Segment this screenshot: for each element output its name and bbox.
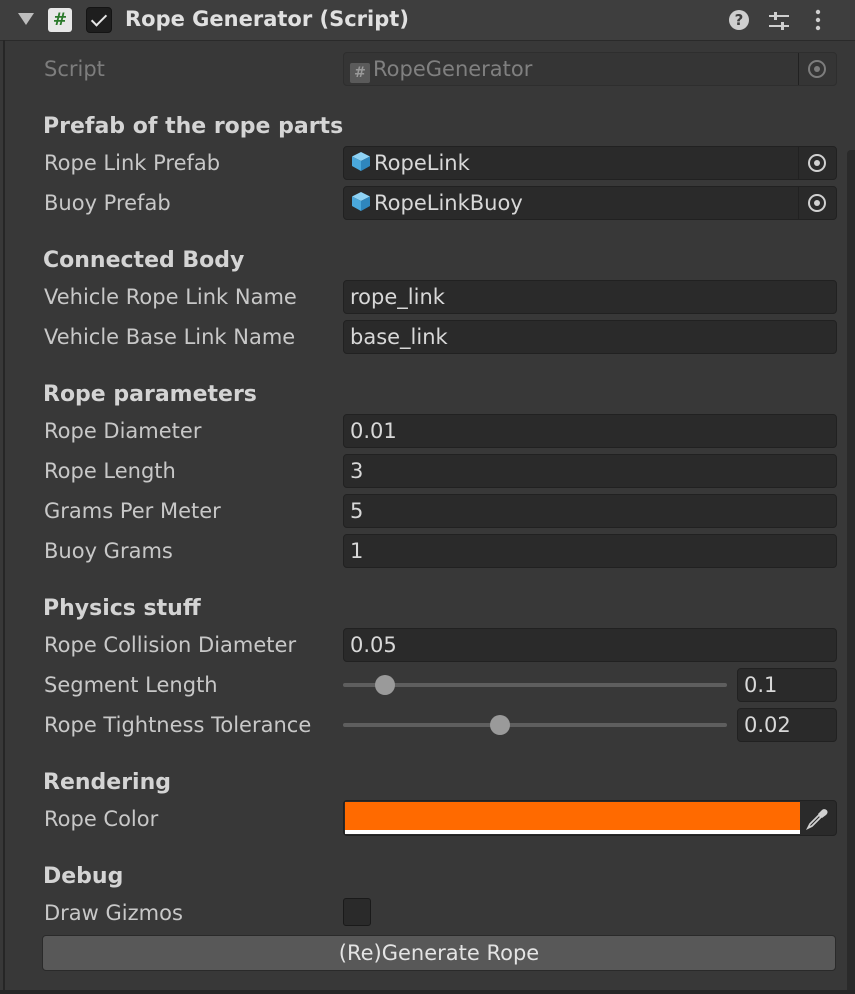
kebab-menu-icon[interactable]	[812, 9, 824, 31]
section-physics-title: Physics stuff	[43, 596, 201, 621]
script-hash-icon: #	[48, 8, 72, 32]
foldout-arrow-icon[interactable]	[18, 13, 34, 25]
rope-color-label: Rope Color	[44, 807, 159, 831]
rope-link-picker-button[interactable]	[798, 147, 836, 179]
script-label: Script	[44, 57, 105, 81]
rope-length-input[interactable]: 3	[343, 454, 837, 488]
rope-color-alpha-bar	[345, 830, 800, 834]
rope-tightness-input[interactable]: 0.02	[737, 708, 837, 742]
segment-length-slider-track[interactable]	[343, 683, 727, 687]
script-field-value: RopeGenerator	[373, 57, 533, 81]
object-picker-icon	[808, 194, 826, 212]
component-header: # Rope Generator (Script) ?	[0, 0, 855, 41]
vehicle-rope-link-name-label: Vehicle Rope Link Name	[44, 285, 297, 309]
left-border	[3, 40, 5, 994]
rope-diameter-input[interactable]: 0.01	[343, 414, 837, 448]
vehicle-base-link-name-label: Vehicle Base Link Name	[44, 325, 296, 349]
rope-length-label: Rope Length	[44, 459, 176, 483]
buoy-prefab-label: Buoy Prefab	[44, 191, 171, 215]
scrollbar[interactable]	[847, 150, 855, 994]
buoy-grams-label: Buoy Grams	[44, 539, 173, 563]
segment-length-input[interactable]: 0.1	[737, 668, 837, 702]
grams-per-meter-input[interactable]: 5	[343, 494, 837, 528]
section-connected-body-title: Connected Body	[43, 248, 245, 273]
rope-collision-diameter-input[interactable]: 0.05	[343, 628, 837, 662]
prefab-cube-icon	[352, 192, 370, 211]
eyedropper-icon[interactable]	[804, 806, 830, 832]
rope-diameter-label: Rope Diameter	[44, 419, 202, 443]
rope-collision-diameter-label: Rope Collision Diameter	[44, 633, 297, 657]
preset-sliders-icon[interactable]	[768, 10, 790, 32]
component-enabled-checkbox[interactable]	[86, 7, 112, 33]
segment-length-label: Segment Length	[44, 673, 218, 697]
prefab-cube-icon	[352, 152, 370, 171]
rope-color-field[interactable]	[343, 800, 837, 836]
help-icon[interactable]: ?	[729, 10, 749, 30]
segment-length-slider-thumb[interactable]	[375, 675, 396, 695]
regenerate-rope-button[interactable]: (Re)Generate Rope	[42, 935, 836, 971]
rope-link-prefab-field[interactable]: RopeLink	[343, 146, 837, 180]
script-picker	[798, 53, 836, 85]
section-rendering-title: Rendering	[43, 770, 171, 795]
bottom-border	[0, 990, 855, 994]
script-field: # RopeGenerator	[343, 52, 837, 86]
vehicle-base-link-name-input[interactable]: base_link	[343, 320, 837, 354]
section-rope-parameters-title: Rope parameters	[43, 382, 257, 407]
rope-tightness-slider-track[interactable]	[343, 723, 727, 727]
rope-tightness-tolerance-label: Rope Tightness Tolerance	[44, 713, 312, 737]
rope-color-swatch[interactable]	[345, 802, 800, 830]
vehicle-rope-link-name-input[interactable]: rope_link	[343, 280, 837, 314]
section-prefab-title: Prefab of the rope parts	[43, 114, 344, 139]
buoy-prefab-field[interactable]: RopeLinkBuoy	[343, 186, 837, 220]
rope-link-prefab-value: RopeLink	[374, 151, 470, 175]
buoy-prefab-value: RopeLinkBuoy	[374, 191, 523, 215]
script-file-icon: #	[350, 63, 370, 83]
buoy-picker-button[interactable]	[798, 187, 836, 219]
inspector-panel: # Rope Generator (Script) ? Script # Rope…	[0, 0, 855, 994]
rope-link-prefab-label: Rope Link Prefab	[44, 151, 221, 175]
component-title[interactable]: Rope Generator (Script)	[125, 7, 409, 31]
draw-gizmos-checkbox[interactable]	[343, 898, 371, 926]
object-picker-icon	[808, 60, 826, 78]
object-picker-icon	[808, 154, 826, 172]
buoy-grams-input[interactable]: 1	[343, 534, 837, 568]
grams-per-meter-label: Grams Per Meter	[44, 499, 221, 523]
rope-tightness-slider-thumb[interactable]	[490, 715, 511, 735]
draw-gizmos-label: Draw Gizmos	[44, 901, 183, 925]
section-debug-title: Debug	[43, 864, 124, 889]
